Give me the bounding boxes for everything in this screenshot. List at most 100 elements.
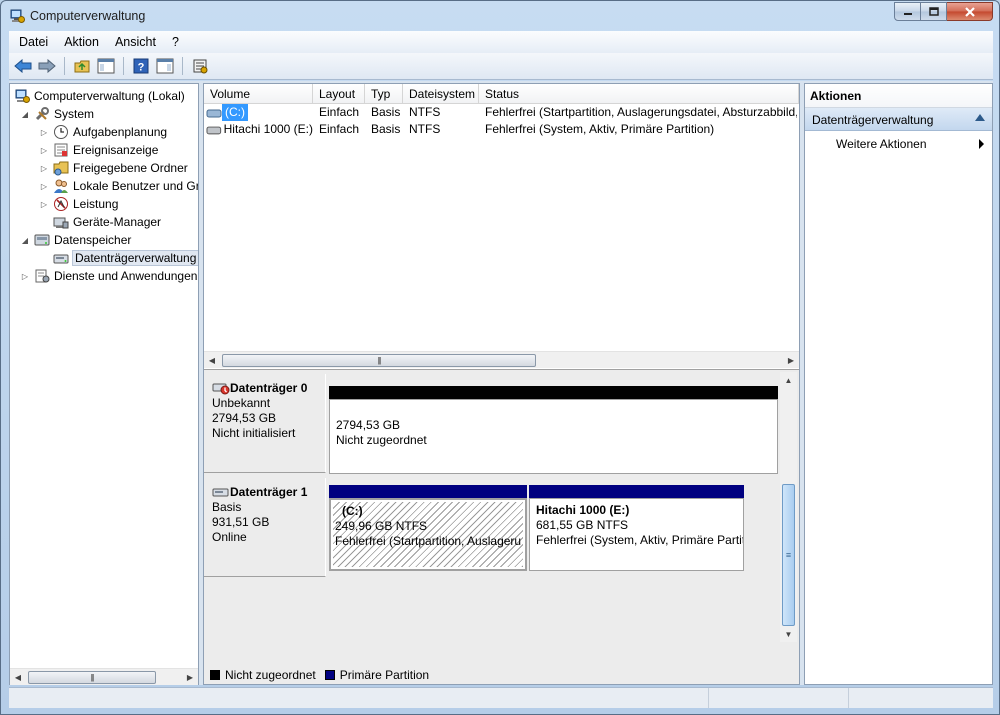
minimize-button[interactable] bbox=[894, 2, 921, 21]
actions-section-header[interactable]: Datenträgerverwaltung bbox=[805, 108, 992, 131]
close-button[interactable] bbox=[947, 2, 993, 21]
scroll-right-arrow-icon[interactable]: ▶ bbox=[783, 352, 799, 368]
tree-item-system[interactable]: ◢ System bbox=[20, 105, 94, 123]
window-title: Computerverwaltung bbox=[30, 9, 146, 23]
expand-arrow-icon[interactable]: ▷ bbox=[39, 163, 49, 173]
disk-uninitialized-icon bbox=[212, 383, 230, 395]
volume-cell: Hitachi 1000 (E:) bbox=[204, 121, 313, 138]
disk-management-pane: Volume Layout Typ Dateisystem Status (C:… bbox=[203, 83, 800, 685]
toolbar-separator bbox=[123, 57, 124, 75]
back-arrow-icon bbox=[14, 59, 32, 73]
help-icon: ? bbox=[133, 58, 149, 74]
menu-aktion[interactable]: Aktion bbox=[56, 35, 107, 49]
expand-arrow-icon[interactable]: ▷ bbox=[39, 127, 49, 137]
navigation-tree-pane: Computerverwaltung (Lokal) ◢ System ▷ Au… bbox=[9, 83, 199, 685]
computer-management-window: Computerverwaltung Datei Aktion Ansicht … bbox=[0, 0, 1000, 715]
expand-arrow-icon[interactable]: ▷ bbox=[39, 145, 49, 155]
partition-unallocated[interactable]: 2794,53 GB Nicht zugeordnet bbox=[329, 399, 778, 474]
menu-ansicht[interactable]: Ansicht bbox=[107, 35, 164, 49]
event-viewer-icon bbox=[54, 143, 68, 157]
legend-label: Nicht zugeordnet bbox=[225, 668, 316, 682]
tree-horizontal-scrollbar[interactable]: ◀ ||| ▶ bbox=[10, 668, 198, 685]
title-bar[interactable]: Computerverwaltung bbox=[1, 1, 999, 31]
tree-label: Computerverwaltung (Lokal) bbox=[34, 89, 185, 103]
legend-swatch-primary bbox=[324, 670, 335, 680]
window-controls bbox=[894, 2, 993, 21]
volume-list-horizontal-scrollbar[interactable]: ◀ ||| ▶ bbox=[204, 351, 799, 368]
disk-size: 2794,53 GB bbox=[212, 411, 277, 425]
partition-name: (C:) bbox=[342, 504, 363, 518]
scroll-up-arrow-icon[interactable]: ▲ bbox=[780, 372, 797, 388]
column-header-typ[interactable]: Typ bbox=[365, 84, 403, 104]
scroll-thumb[interactable]: ||| bbox=[28, 671, 156, 684]
tree-item-lokale-benutzer[interactable]: ▷ Lokale Benutzer und Gruppen bbox=[39, 177, 198, 195]
column-header-dateisystem[interactable]: Dateisystem bbox=[403, 84, 479, 104]
disk-view-vertical-scrollbar[interactable]: ▲ ≡ ▼ bbox=[780, 372, 797, 642]
table-row[interactable]: Hitachi 1000 (E:) Einfach Basis NTFS Feh… bbox=[204, 121, 799, 138]
tree-item-aufgabenplanung[interactable]: ▷ Aufgabenplanung bbox=[39, 123, 167, 141]
disk-1-info[interactable]: Datenträger 1 Basis 931,51 GB Online bbox=[204, 478, 326, 577]
back-button[interactable] bbox=[12, 55, 34, 77]
tree-item-ereignisanzeige[interactable]: ▷ Ereignisanzeige bbox=[39, 141, 158, 159]
tree-item-datenspeicher[interactable]: ◢ Datenspeicher bbox=[20, 231, 131, 249]
maximize-icon bbox=[928, 7, 939, 16]
scroll-thumb[interactable]: ||| bbox=[222, 354, 536, 367]
help-button[interactable]: ? bbox=[130, 55, 152, 77]
tree-item-leistung[interactable]: ▷ Leistung bbox=[39, 195, 118, 213]
status-segment bbox=[9, 688, 709, 708]
show-hide-tree-button[interactable] bbox=[95, 55, 117, 77]
up-button[interactable] bbox=[71, 55, 93, 77]
storage-icon bbox=[34, 234, 50, 246]
status-cell: Fehlerfrei (Startpartition, Auslagerungs… bbox=[485, 105, 797, 119]
partition-c[interactable]: (C:) 249,96 GB NTFS Fehlerfrei (Startpar… bbox=[329, 498, 527, 571]
tree-label: Dienste und Anwendungen bbox=[54, 269, 198, 283]
tree-item-freigegebene-ordner[interactable]: ▷ Freigegebene Ordner bbox=[39, 159, 188, 177]
properties-button[interactable] bbox=[189, 55, 211, 77]
action-more-actions[interactable]: Weitere Aktionen bbox=[805, 134, 992, 154]
action-label: Weitere Aktionen bbox=[836, 137, 927, 151]
tree-item-geraete-manager[interactable]: Geräte-Manager bbox=[39, 213, 161, 231]
menu-help[interactable]: ? bbox=[164, 35, 187, 49]
properties-icon bbox=[193, 59, 208, 74]
maximize-button[interactable] bbox=[921, 2, 947, 21]
primary-partition-bar bbox=[529, 485, 744, 498]
forward-button[interactable] bbox=[36, 55, 58, 77]
tree-label: Geräte-Manager bbox=[73, 215, 162, 229]
scroll-right-arrow-icon[interactable]: ▶ bbox=[182, 669, 198, 685]
drive-icon bbox=[206, 126, 222, 134]
disk-0-info[interactable]: Datenträger 0 Unbekannt 2794,53 GB Nicht… bbox=[204, 374, 326, 473]
scroll-left-arrow-icon[interactable]: ◀ bbox=[10, 669, 26, 685]
column-header-status[interactable]: Status bbox=[479, 84, 799, 104]
menu-datei[interactable]: Datei bbox=[11, 35, 56, 49]
scroll-thumb[interactable]: ≡ bbox=[782, 484, 795, 626]
tree-item-root[interactable]: Computerverwaltung (Lokal) bbox=[14, 87, 185, 105]
partition-e[interactable]: Hitachi 1000 (E:) 681,55 GB NTFS Fehlerf… bbox=[529, 498, 744, 571]
tree-label: System bbox=[54, 107, 95, 121]
show-hide-action-pane-button[interactable] bbox=[154, 55, 176, 77]
tree-item-dienste-und-anwendungen[interactable]: ▷ Dienste und Anwendungen bbox=[20, 267, 198, 285]
collapse-arrow-icon[interactable]: ◢ bbox=[20, 109, 30, 119]
volume-cell: (C:) bbox=[204, 104, 313, 121]
column-header-layout[interactable]: Layout bbox=[313, 84, 365, 104]
collapse-arrow-icon[interactable]: ◢ bbox=[20, 235, 30, 245]
scroll-down-arrow-icon[interactable]: ▼ bbox=[780, 626, 797, 642]
tree-item-datentraegerverwaltung[interactable]: Datenträgerverwaltung bbox=[39, 249, 198, 267]
collapse-up-icon[interactable] bbox=[975, 114, 985, 121]
expand-arrow-icon[interactable]: ▷ bbox=[39, 199, 49, 209]
status-segment bbox=[849, 688, 992, 708]
expand-arrow-icon[interactable]: ▷ bbox=[20, 271, 30, 281]
show-hide-tree-icon bbox=[97, 58, 115, 74]
scroll-left-arrow-icon[interactable]: ◀ bbox=[204, 352, 220, 368]
shared-folder-icon bbox=[53, 161, 69, 176]
toolbar: ? bbox=[9, 53, 993, 80]
disk-1-title: Datenträger 1 bbox=[212, 484, 325, 500]
status-segment bbox=[709, 688, 849, 708]
partition-size: 681,55 GB NTFS bbox=[536, 518, 629, 532]
disk-state: Online bbox=[212, 530, 247, 544]
tree-label: Aufgabenplanung bbox=[73, 125, 168, 139]
column-header-volume[interactable]: Volume bbox=[204, 84, 313, 104]
no-expander bbox=[39, 217, 49, 227]
expand-arrow-icon[interactable]: ▷ bbox=[39, 181, 49, 191]
submenu-arrow-icon bbox=[979, 139, 984, 149]
table-row[interactable]: (C:) Einfach Basis NTFS Fehlerfrei (Star… bbox=[204, 104, 799, 121]
